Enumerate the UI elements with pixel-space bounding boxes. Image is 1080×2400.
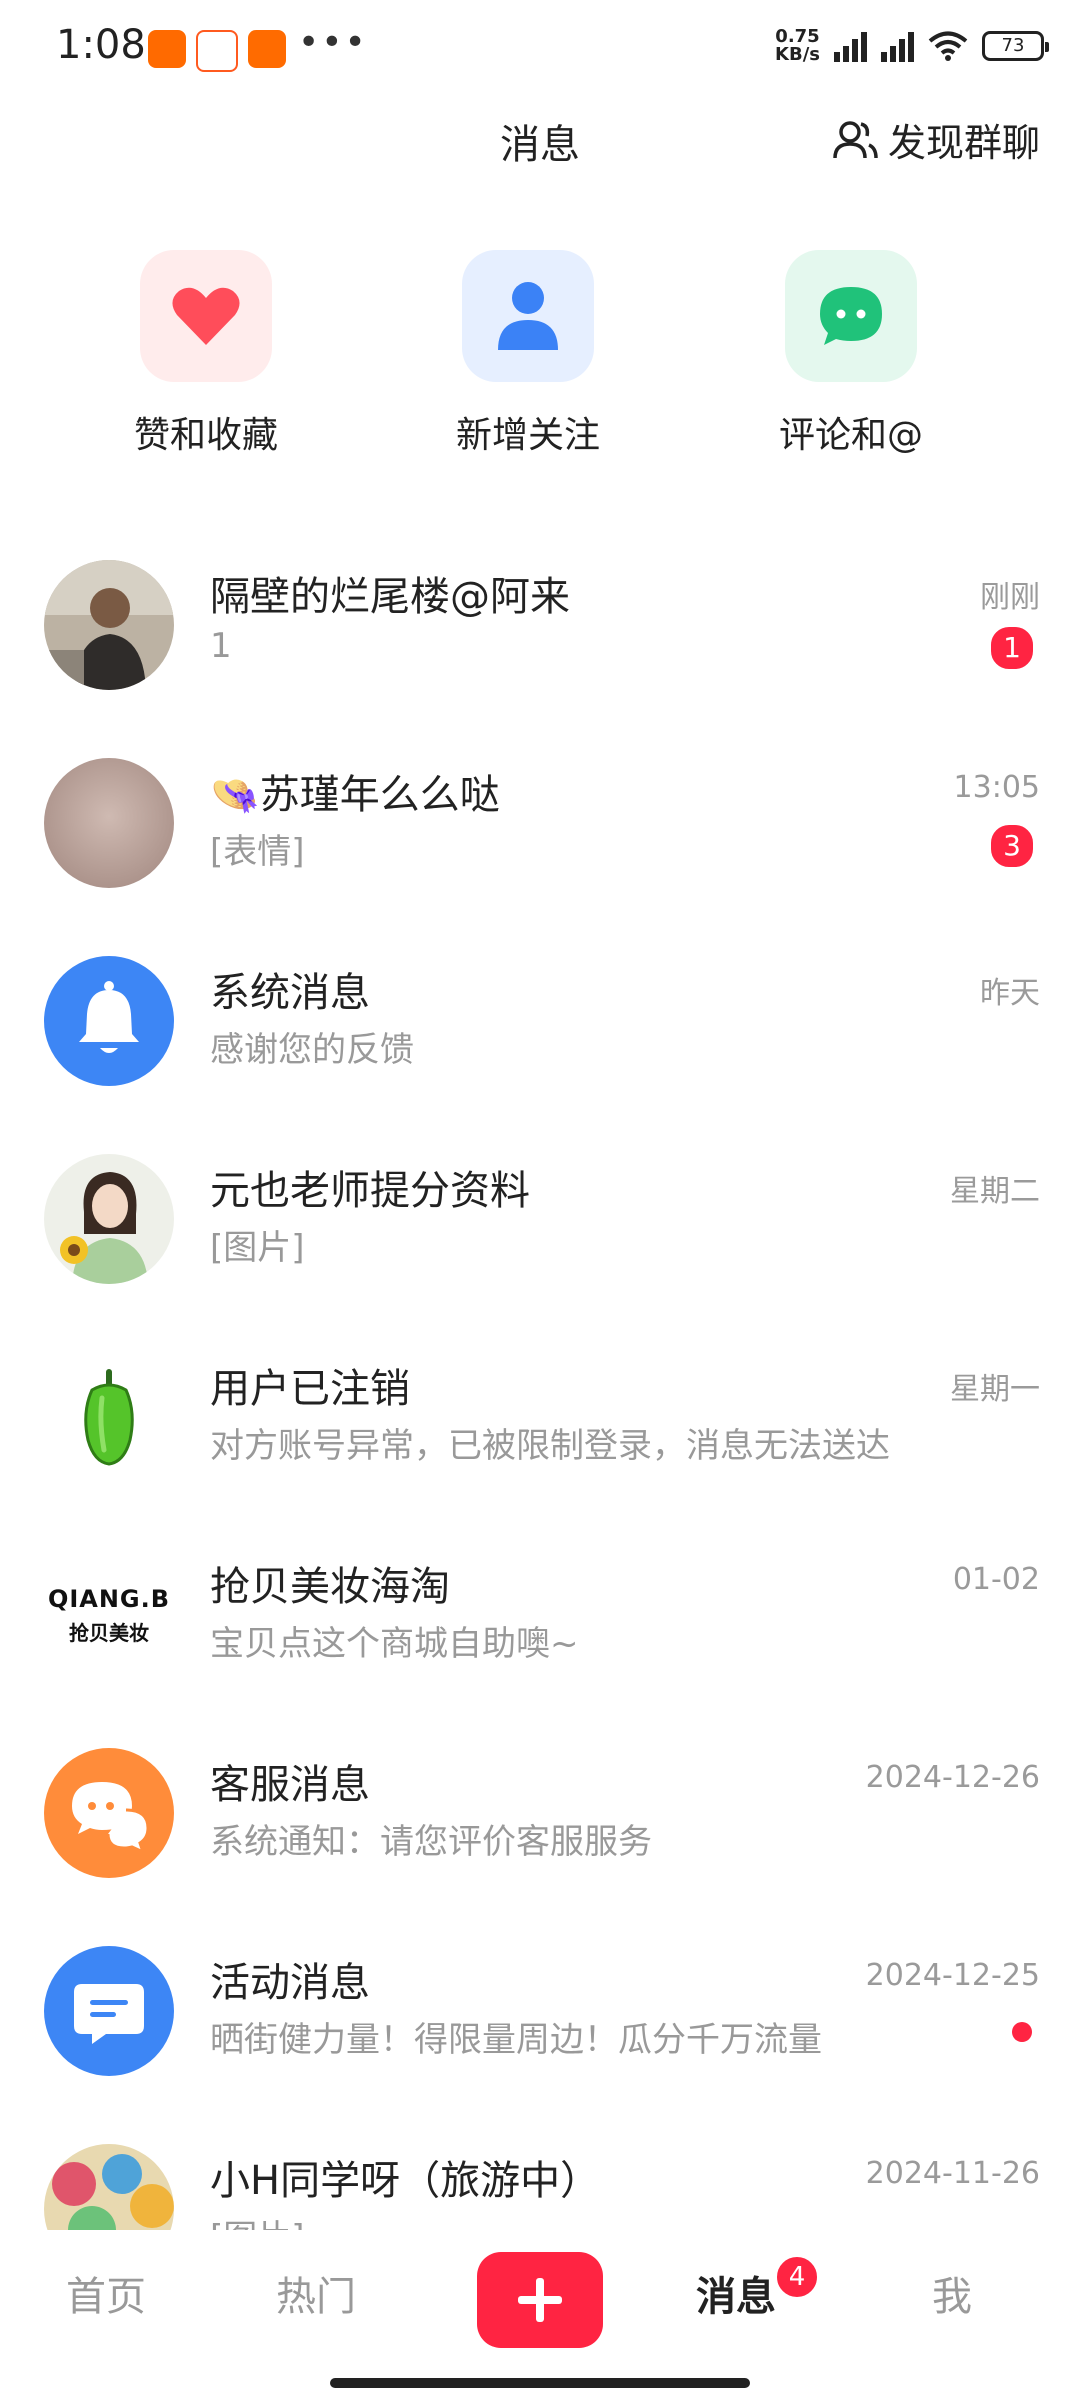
person-icon <box>498 282 558 350</box>
cellular-signal-icon <box>834 30 867 62</box>
conversation-preview: [图片] <box>210 1228 305 1268</box>
discover-group-chat-button[interactable]: 发现群聊 <box>832 112 1040 167</box>
nav-messages[interactable]: 消息 <box>696 2264 776 2322</box>
chat-bubble-icon <box>820 287 882 345</box>
more-notifications-icon: ••• <box>298 22 368 63</box>
likes-and-favorites-button[interactable]: 赞和收藏 <box>76 250 336 458</box>
app-notification-icon <box>148 30 186 68</box>
unread-count-badge: 3 <box>988 822 1036 870</box>
cellular-signal-icon <box>881 30 914 62</box>
app-notification-icon <box>248 30 286 68</box>
avatar <box>44 758 174 888</box>
conversation-time: 01-02 <box>952 1562 1040 1597</box>
conversation-time: 星期一 <box>950 1372 1040 1407</box>
network-speed: 0.75 KB/s <box>775 26 820 65</box>
avatar <box>44 560 174 690</box>
conversation-row[interactable]: 客服消息 系统通知：请您评价客服服务 2024-12-26 <box>0 1738 1080 1936</box>
avatar <box>44 1154 174 1284</box>
conversation-row[interactable]: 元也老师提分资料 [图片] 星期二 <box>0 1144 1080 1342</box>
comments-and-mentions-button[interactable]: 评论和@ <box>721 250 981 458</box>
conversation-title: 抢贝美妆海淘 <box>210 1564 450 1610</box>
conversation-time: 2024-12-25 <box>865 1958 1040 1993</box>
home-indicator <box>330 2378 750 2388</box>
people-icon <box>833 120 878 158</box>
conversation-time: 刚刚 <box>980 580 1040 615</box>
conversation-row[interactable]: 活动消息 晒街健力量！得限量周边！瓜分千万流量 2024-12-25 <box>0 1936 1080 2134</box>
conversation-row[interactable]: 用户已注销 对方账号异常，已被限制登录，消息无法送达 星期一 <box>0 1342 1080 1540</box>
conversation-row[interactable]: QIANG.B 抢贝美妆 抢贝美妆海淘 宝贝点这个商城自助噢~ 01-02 <box>0 1540 1080 1738</box>
conversation-preview: 感谢您的反馈 <box>210 1030 414 1070</box>
conversation-time: 昨天 <box>980 976 1040 1011</box>
heart-icon <box>172 287 240 345</box>
conversation-preview: 1 <box>210 626 232 666</box>
wifi-icon <box>928 31 968 61</box>
nav-me[interactable]: 我 <box>932 2264 972 2322</box>
conversation-row[interactable]: 隔壁的烂尾楼@阿来 1 刚刚 1 <box>0 550 1080 748</box>
conversation-time: 2024-12-26 <box>865 1760 1040 1795</box>
conversation-time: 2024-11-26 <box>865 2156 1040 2191</box>
conversation-preview: [表情] <box>210 832 305 872</box>
status-bar: 1:08 ••• 0.75 KB/s 73 <box>0 0 1080 100</box>
unread-count-badge: 1 <box>988 624 1036 672</box>
bell-icon <box>79 981 139 1053</box>
conversation-title: 元也老师提分资料 <box>210 1168 530 1214</box>
conversation-row[interactable]: 小H同学呀（旅游中） [图片] 2024-11-26 <box>0 2134 1080 2230</box>
conversation-time: 星期二 <box>950 1174 1040 1209</box>
conversation-title: 👒苏瑾年么么哒 <box>210 772 500 818</box>
chat-bubbles-icon <box>72 1782 150 1855</box>
messages-badge: 4 <box>774 2254 820 2300</box>
conversation-title: 活动消息 <box>210 1960 370 2006</box>
likes-and-favorites-label: 赞和收藏 <box>133 415 278 456</box>
status-time: 1:08 <box>56 22 146 68</box>
header: 消息 发现群聊 <box>0 100 1080 180</box>
conversation-preview: 宝贝点这个商城自助噢~ <box>210 1624 579 1664</box>
nav-hot[interactable]: 热门 <box>276 2264 356 2322</box>
conversation-row[interactable]: 👒苏瑾年么么哒 [表情] 13:05 3 <box>0 748 1080 946</box>
comments-and-mentions-label: 评论和@ <box>778 415 923 456</box>
avatar <box>44 1946 174 2076</box>
conversation-preview: 系统通知：请您评价客服服务 <box>210 1822 652 1862</box>
new-followers-button[interactable]: 新增关注 <box>398 250 658 458</box>
conversation-preview: 对方账号异常，已被限制登录，消息无法送达 <box>210 1426 890 1466</box>
brand-logo-text: QIANG.B <box>47 1584 171 1613</box>
conversation-row[interactable]: 系统消息 感谢您的反馈 昨天 <box>0 946 1080 1144</box>
app-notification-icon <box>196 30 238 72</box>
conversation-title: 隔壁的烂尾楼@阿来 <box>210 574 570 620</box>
new-followers-label: 新增关注 <box>455 415 600 456</box>
conversation-title: 系统消息 <box>210 970 370 1016</box>
conversation-preview: [图片] <box>210 2210 305 2230</box>
conversation-title: 用户已注销 <box>210 1366 410 1412</box>
conversation-preview: 晒街健力量！得限量周边！瓜分千万流量 <box>210 2020 822 2060</box>
avatar: QIANG.B 抢贝美妆 <box>44 1550 174 1680</box>
pepper-icon <box>84 1369 134 1466</box>
conversation-time: 13:05 <box>953 770 1040 805</box>
battery-icon: 73 <box>982 31 1049 61</box>
brand-logo-subtext: 抢贝美妆 <box>69 1620 149 1645</box>
plus-icon <box>518 2278 562 2322</box>
avatar <box>44 956 174 1086</box>
bottom-nav: 首页 热门 消息 4 我 <box>0 2230 1080 2400</box>
nav-home[interactable]: 首页 <box>66 2264 146 2322</box>
avatar <box>44 1352 174 1482</box>
status-indicators: 0.75 KB/s 73 <box>775 26 1049 65</box>
conversation-title: 客服消息 <box>210 1762 370 1808</box>
publish-button[interactable] <box>477 2252 603 2348</box>
avatar <box>44 2144 174 2230</box>
shortcut-row: 赞和收藏 新增关注 评论和@ <box>0 250 1080 480</box>
message-icon <box>74 1984 144 2044</box>
avatar <box>44 1748 174 1878</box>
discover-group-chat-label: 发现群聊 <box>887 121 1040 165</box>
unread-dot <box>1012 2022 1032 2042</box>
conversation-title: 小H同学呀（旅游中） <box>210 2158 601 2204</box>
message-list: 隔壁的烂尾楼@阿来 1 刚刚 1 👒苏瑾年么么哒 [表情] 13:05 3 系统… <box>0 550 1080 2230</box>
